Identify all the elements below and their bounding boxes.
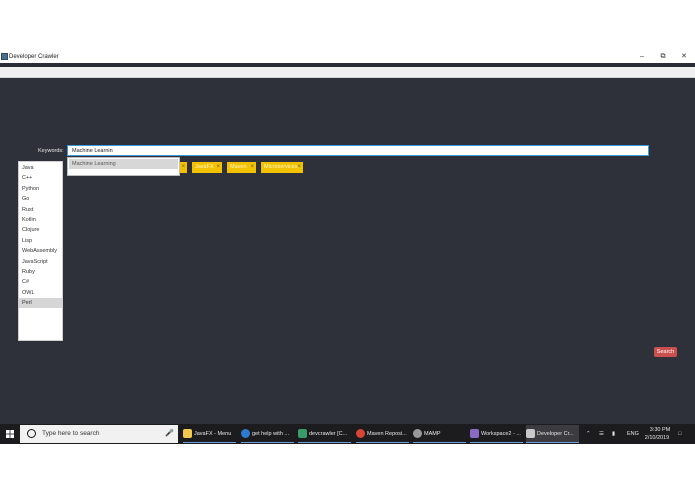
list-item[interactable]: Lisp — [19, 236, 62, 246]
mamp-icon — [413, 429, 422, 438]
search-button[interactable]: Search — [654, 347, 677, 357]
list-item[interactable]: Clojure — [19, 225, 62, 235]
list-item[interactable]: Python — [19, 184, 62, 194]
tag-remove-icon[interactable]: × — [181, 162, 185, 173]
network-icon[interactable]: ☰ — [599, 430, 604, 438]
list-item[interactable]: OWL — [19, 288, 62, 298]
list-item[interactable]: C++ — [19, 173, 62, 183]
taskbar-app-intellij[interactable]: devcrawler [C... — [298, 425, 351, 443]
clock-date[interactable]: 2/10/2019 — [643, 435, 671, 442]
microphone-icon[interactable]: 🎤 — [165, 429, 174, 438]
taskbar-app-developer-crawler[interactable]: Developer Cr... — [526, 425, 579, 443]
minimize-button[interactable]: – — [635, 52, 649, 62]
taskbar-app-mamp[interactable]: MAMP — [413, 425, 466, 443]
clock-time[interactable]: 3:30 PM — [646, 427, 674, 434]
battery-icon[interactable]: ▮ — [612, 430, 615, 438]
list-item[interactable]: Kotlin — [19, 215, 62, 225]
restore-button[interactable]: ⧉ — [656, 52, 670, 62]
window-title: Developer Crawler — [9, 54, 59, 60]
taskbar-app-edge[interactable]: get help with ... — [241, 425, 294, 443]
keyword-tag[interactable]: Maven × — [227, 162, 256, 173]
taskbar-app-chrome[interactable]: Maven Reposi... — [356, 425, 409, 443]
close-button[interactable]: ✕ — [677, 52, 691, 62]
tag-remove-icon[interactable]: × — [297, 162, 301, 173]
menu-bar[interactable] — [0, 67, 695, 78]
tag-remove-icon[interactable]: × — [216, 162, 220, 173]
tray-chevron-up-icon[interactable]: ⌃ — [586, 430, 591, 438]
keyword-tag-label: Microservices — [264, 164, 298, 170]
taskbar-app-workspace[interactable]: Workspace2 - ... — [470, 425, 523, 443]
list-item[interactable]: Rust — [19, 205, 62, 215]
taskbar-app-file-explorer[interactable]: JavaFX - Menu — [183, 425, 236, 443]
intellij-icon — [298, 429, 307, 438]
keyword-tag-label: Maven — [230, 164, 247, 170]
list-item[interactable]: Go — [19, 194, 62, 204]
chrome-icon — [356, 429, 365, 438]
app-icon — [1, 53, 8, 60]
keywords-input[interactable] — [67, 145, 649, 156]
keyword-tag[interactable]: × — [180, 162, 187, 173]
cortana-icon — [27, 429, 36, 438]
list-item[interactable]: WebAssembly — [19, 246, 62, 256]
input-language[interactable]: ENG — [627, 430, 639, 438]
main-content — [0, 78, 695, 424]
keyword-tag-label: JavaFX — [195, 164, 214, 170]
list-item[interactable]: Java — [19, 163, 62, 173]
sublime-icon — [470, 429, 479, 438]
windows-logo-icon — [6, 430, 14, 438]
list-item[interactable]: Ruby — [19, 267, 62, 277]
keywords-label: Keywords: — [38, 148, 64, 154]
keyword-tag[interactable]: Microservices × — [261, 162, 303, 173]
suggestion-item[interactable]: Machine Learning — [69, 159, 178, 169]
notifications-icon[interactable]: □ — [678, 430, 681, 438]
language-list[interactable]: Java C++ Python Go Rust Kotlin Clojure L… — [18, 161, 63, 341]
tag-remove-icon[interactable]: × — [250, 162, 254, 173]
list-item-selected[interactable]: Perl — [19, 298, 62, 308]
list-item[interactable]: JavaScript — [19, 257, 62, 267]
taskbar-search-placeholder: Type here to search — [42, 430, 100, 437]
window-title-bar — [0, 51, 695, 63]
list-item[interactable]: C# — [19, 277, 62, 287]
edge-icon — [241, 429, 250, 438]
file-explorer-icon — [183, 429, 192, 438]
java-icon — [526, 429, 535, 438]
start-button[interactable] — [0, 424, 20, 444]
keyword-tag[interactable]: JavaFX × — [192, 162, 222, 173]
suggestion-dropdown: Machine Learning — [67, 157, 180, 176]
